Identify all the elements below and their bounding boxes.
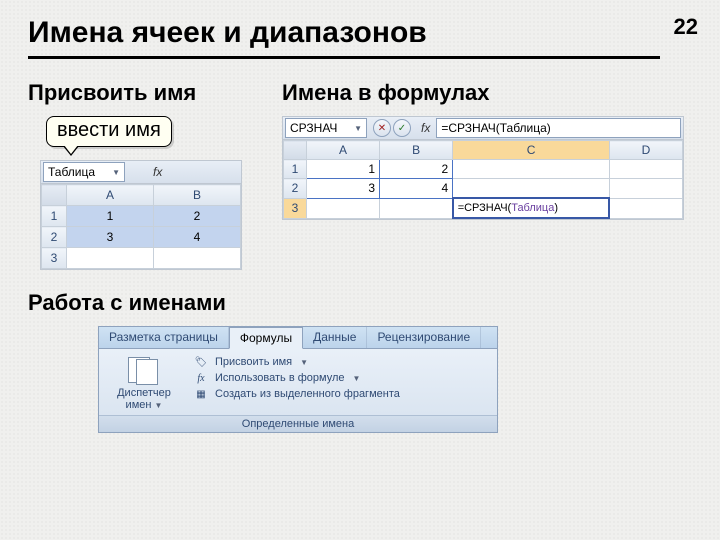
callout-text: ввести имя [57,119,161,141]
col-header-a[interactable]: A [67,185,154,206]
ribbon-group-label: Определенные имена [99,415,497,432]
row-header-1[interactable]: 1 [42,206,67,227]
cell-b3[interactable] [154,248,241,269]
cell-d2[interactable] [609,179,682,199]
heading-names-in-formulas: Имена в формулах [282,80,490,106]
ribbon-commands: 🏷 Присвоить имя ▼ fx Использовать в форм… [193,355,400,401]
tab-data[interactable]: Данные [303,327,367,348]
ribbon-tabs: Разметка страницы Формулы Данные Рецензи… [98,326,498,348]
name-box[interactable]: Таблица ▼ [43,162,125,182]
cell-b1[interactable]: 2 [154,206,241,227]
heading-working-with-names: Работа с именами [28,290,226,316]
formula-bar: СРЗНАЧ ▼ ✕ ✓ fx =СРЗНАЧ(Таблица) [283,117,683,140]
col-header-d[interactable]: D [609,141,682,160]
formula-prefix: =СРЗНАЧ( [458,202,512,214]
fx-label[interactable]: fx [415,121,436,135]
cell-a3[interactable] [67,248,154,269]
excel-formula-snippet: СРЗНАЧ ▼ ✕ ✓ fx =СРЗНАЧ(Таблица) A B C D… [282,116,684,220]
name-box[interactable]: СРЗНАЧ ▼ [285,118,367,138]
tab-formulas[interactable]: Формулы [229,327,303,349]
row-header-3[interactable]: 3 [42,248,67,269]
cell-a1[interactable]: 1 [306,160,379,179]
fx-label: fx [127,165,172,179]
row-header-1[interactable]: 1 [284,160,307,179]
cell-b2[interactable]: 4 [154,227,241,248]
grid: A B 1 1 2 2 3 4 3 [41,184,241,269]
name-manager-button[interactable]: Диспетчер имен ▼ [109,355,179,411]
use-in-formula-label: Использовать в формуле [215,372,345,384]
select-all-corner[interactable] [42,185,67,206]
formula-input-text: =СРЗНАЧ(Таблица) [441,121,550,135]
cancel-button[interactable]: ✕ [373,119,391,137]
name-box-value: Таблица [48,165,95,179]
ribbon: Разметка страницы Формулы Данные Рецензи… [98,326,498,433]
formula-name-reference: Таблица [511,202,554,214]
cell-b2[interactable]: 4 [380,179,453,199]
cell-b3[interactable] [380,198,453,218]
cell-a2[interactable]: 3 [306,179,379,199]
formula-bar-buttons: ✕ ✓ [369,119,415,137]
dropdown-icon: ▼ [155,401,163,410]
dropdown-icon: ▼ [353,374,361,383]
cell-a1[interactable]: 1 [67,206,154,227]
heading-assign-name: Присвоить имя [28,80,196,106]
col-header-b[interactable]: B [154,185,241,206]
row-header-2[interactable]: 2 [42,227,67,248]
name-manager-label-2: имен ▼ [109,399,179,411]
tag-icon: 🏷 [193,355,209,369]
define-name-label: Присвоить имя [215,356,292,368]
dropdown-icon: ▼ [300,358,308,367]
use-in-formula-button[interactable]: fx Использовать в формуле ▼ [193,371,400,385]
create-from-selection-label: Создать из выделенного фрагмента [215,388,400,400]
dropdown-icon: ▼ [354,124,362,133]
name-manager-icon [126,355,162,385]
cell-a2[interactable]: 3 [67,227,154,248]
callout-enter-name: ввести имя [46,116,172,147]
fx-icon: fx [193,371,209,385]
excel-namebox-snippet: Таблица ▼ fx A B 1 1 2 2 3 4 3 [40,160,242,270]
grid: A B C D 1 1 2 2 3 4 3 =СРЗНАЧ(Таблица) [283,140,683,219]
row-header-3[interactable]: 3 [284,198,307,218]
formula-suffix: ) [554,202,558,214]
name-manager-label-1: Диспетчер [109,387,179,399]
cell-d1[interactable] [609,160,682,179]
create-from-selection-button[interactable]: ▦ Создать из выделенного фрагмента [193,387,400,401]
cell-d3[interactable] [609,198,682,218]
col-header-c[interactable]: C [453,141,610,160]
cell-c1[interactable] [453,160,610,179]
cell-c3[interactable]: =СРЗНАЧ(Таблица) [453,198,610,218]
col-header-b[interactable]: B [380,141,453,160]
page-title: Имена ячеек и диапазонов [28,16,660,59]
selection-icon: ▦ [193,387,209,401]
formula-bar: Таблица ▼ fx [41,161,241,184]
dropdown-icon: ▼ [112,168,120,177]
select-all-corner[interactable] [284,141,307,160]
cell-b1[interactable]: 2 [380,160,453,179]
page-number: 22 [674,14,698,40]
cell-c2[interactable] [453,179,610,199]
cell-a3[interactable] [306,198,379,218]
col-header-a[interactable]: A [306,141,379,160]
enter-button[interactable]: ✓ [393,119,411,137]
row-header-2[interactable]: 2 [284,179,307,199]
name-box-value: СРЗНАЧ [290,121,337,135]
tab-review[interactable]: Рецензирование [367,327,481,348]
tab-page-layout[interactable]: Разметка страницы [99,327,229,348]
ribbon-group-defined-names: Диспетчер имен ▼ 🏷 Присвоить имя ▼ fx Ис… [98,348,498,433]
formula-input[interactable]: =СРЗНАЧ(Таблица) [436,118,681,138]
define-name-button[interactable]: 🏷 Присвоить имя ▼ [193,355,400,369]
